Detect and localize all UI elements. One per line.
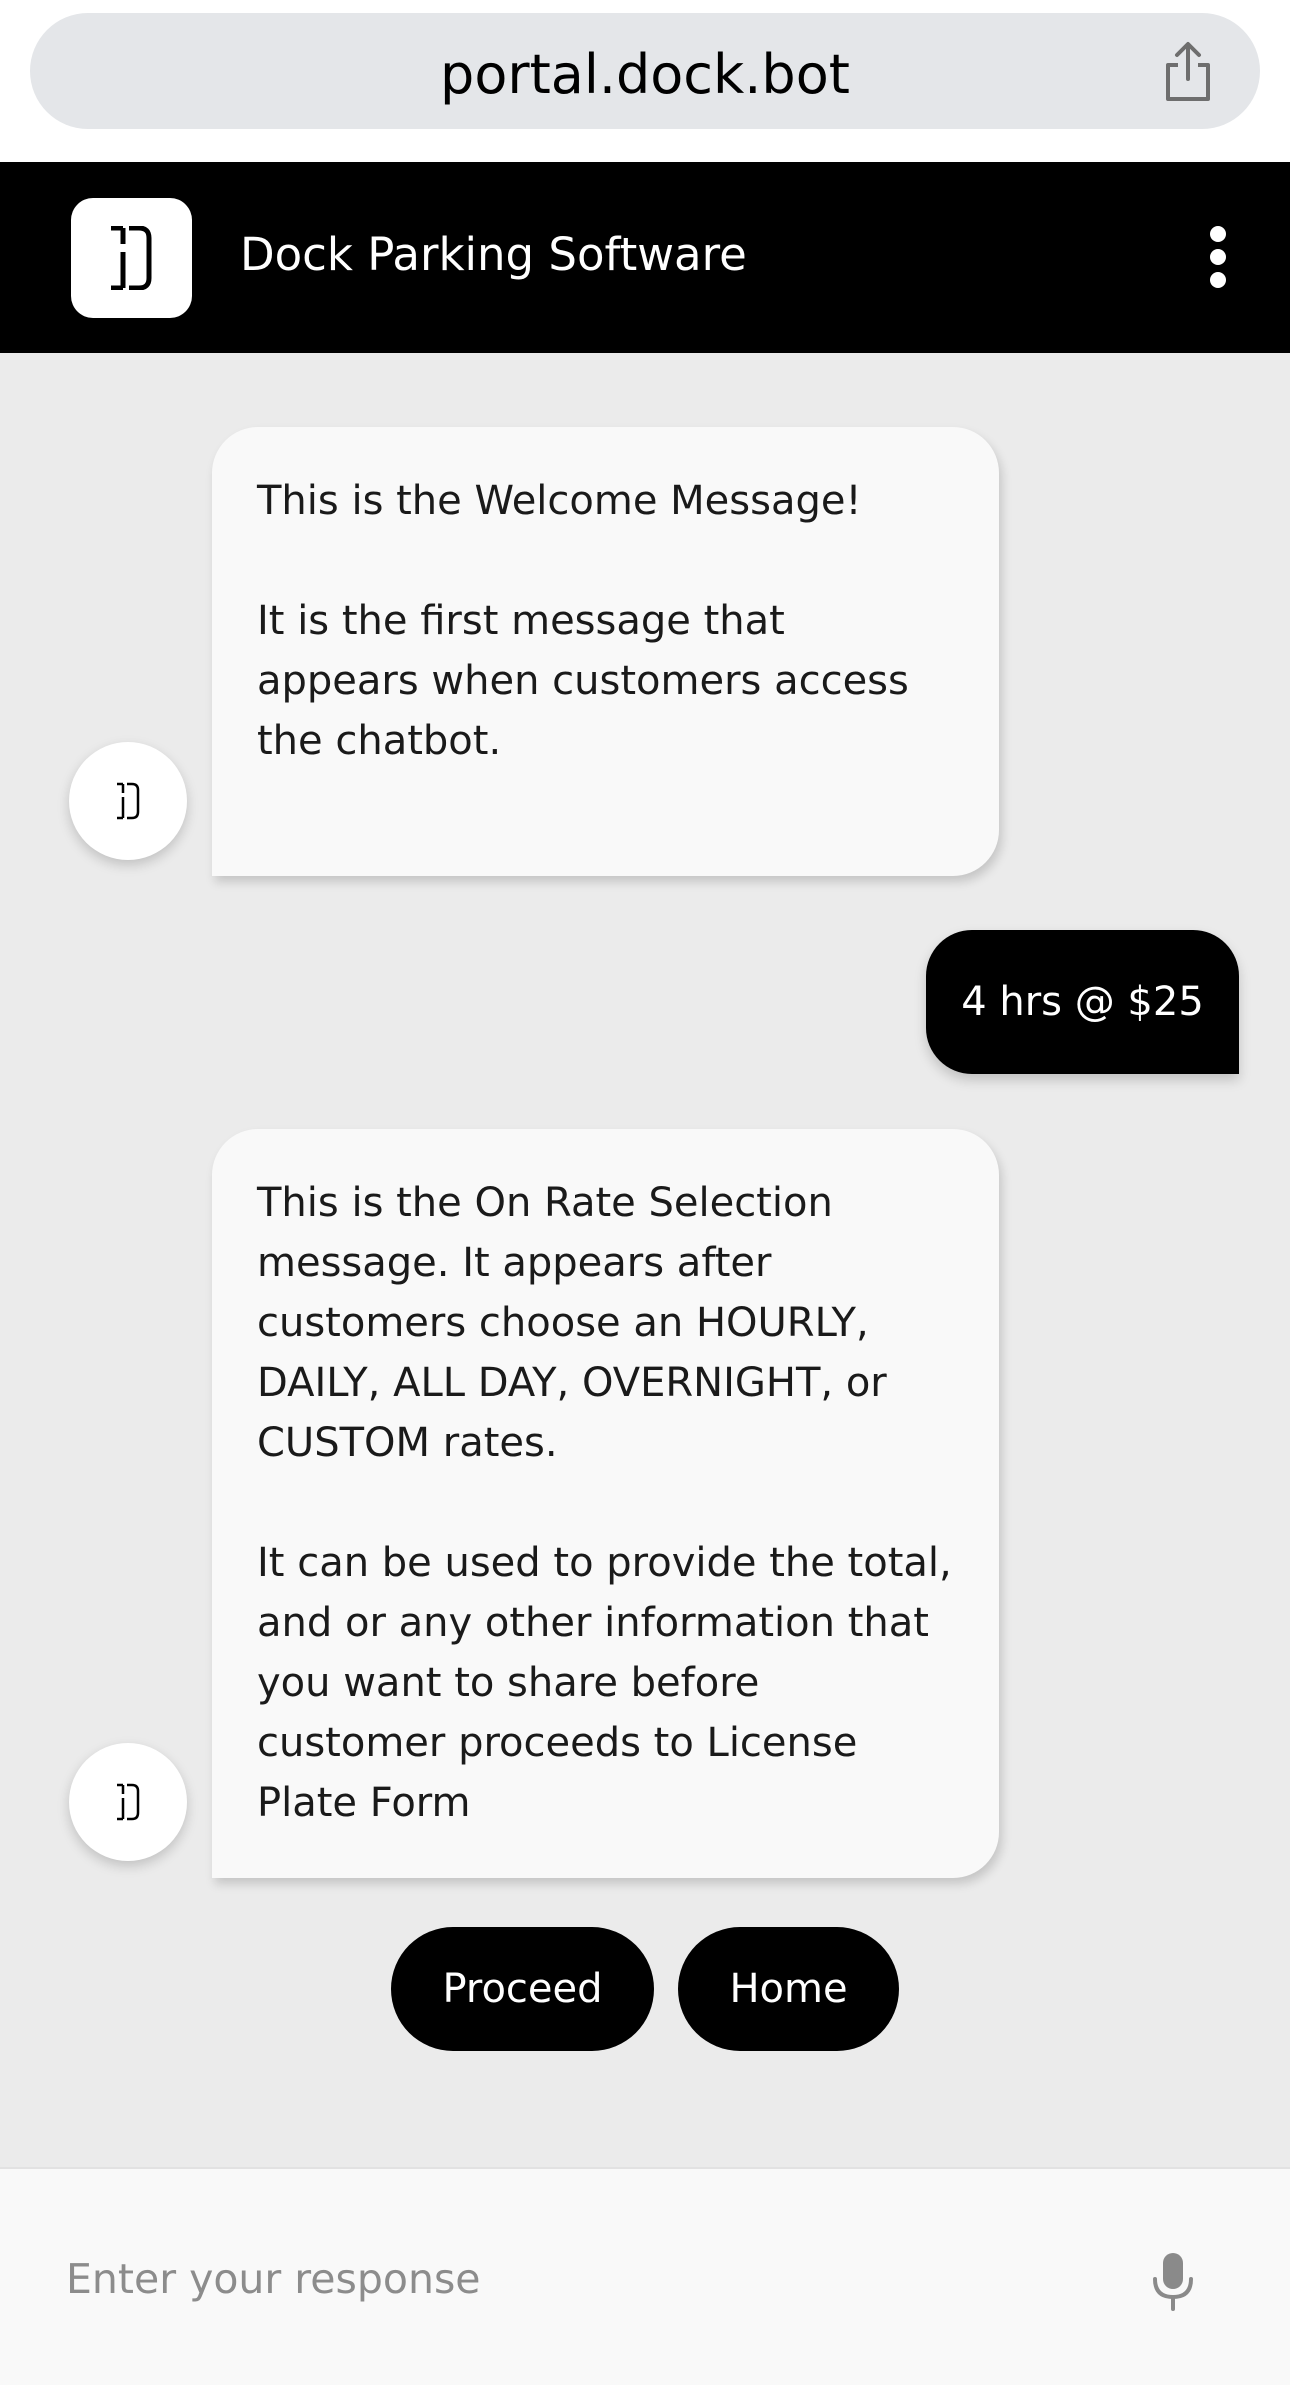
home-button[interactable]: Home bbox=[678, 1927, 899, 2051]
bot-avatar bbox=[69, 1743, 187, 1861]
bot-message: This is the On Rate Selection message. I… bbox=[212, 1129, 999, 1878]
dock-logo-icon bbox=[117, 1783, 140, 1821]
more-vertical-icon[interactable] bbox=[1198, 222, 1238, 292]
microphone-icon[interactable] bbox=[1148, 2251, 1198, 2313]
browser-address-bar: portal.dock.bot bbox=[0, 0, 1290, 162]
dock-logo-icon bbox=[71, 198, 192, 318]
app-title: Dock Parking Software bbox=[240, 228, 747, 281]
url-field[interactable]: portal.dock.bot bbox=[30, 13, 1260, 129]
response-input[interactable] bbox=[66, 2229, 1106, 2329]
app-header: Dock Parking Software bbox=[0, 162, 1290, 353]
proceed-button[interactable]: Proceed bbox=[391, 1927, 654, 2051]
user-message: 4 hrs @ $25 bbox=[926, 930, 1239, 1074]
url-text: portal.dock.bot bbox=[440, 43, 850, 106]
bot-avatar bbox=[69, 742, 187, 860]
bot-message: This is the Welcome Message! It is the f… bbox=[212, 427, 999, 876]
dock-logo-icon bbox=[117, 782, 140, 820]
share-icon[interactable] bbox=[1158, 41, 1218, 103]
composer-bar bbox=[0, 2167, 1290, 2385]
